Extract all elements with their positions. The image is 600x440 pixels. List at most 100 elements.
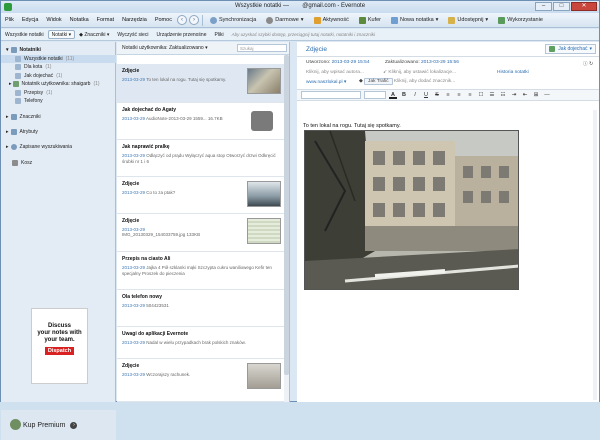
notebooks-header[interactable]: ▾ Notatniki: [1, 46, 116, 55]
location-input[interactable]: ➹ Kliknij, aby ustawić lokalizacje...: [383, 70, 456, 75]
attributes-label: Atrybuty: [19, 129, 38, 136]
sidebar-tags[interactable]: ▸ Znaczniki: [1, 113, 116, 122]
toolbar-separator: [201, 14, 203, 26]
note-item-receipt[interactable]: Zdjęcie 2013-03-29 Wczorajszy rachunek.: [117, 359, 285, 402]
font-size-select[interactable]: [364, 91, 386, 99]
trunk-button[interactable]: Kufer: [354, 15, 386, 26]
sidebar-item-przepisy[interactable]: Przepisy (1): [1, 89, 116, 98]
activity-button[interactable]: Aktywność: [309, 15, 354, 26]
align-left-icon[interactable]: ≡: [444, 91, 452, 99]
sidebar-saved-searches[interactable]: ▸ Zapisane wyszukiwania: [1, 143, 116, 152]
notebooks-button[interactable]: Notatki ▾: [47, 30, 76, 39]
new-note-button[interactable]: Nowa notatka ▾: [386, 15, 443, 26]
notebook-selector[interactable]: Jak dojechać ▾: [545, 44, 596, 54]
bold-icon[interactable]: B: [400, 91, 408, 99]
note-date: 2013-03-29: [122, 190, 146, 195]
trash-icon: [12, 160, 18, 167]
notebook-icon: [15, 98, 21, 105]
tags-button[interactable]: ◆ Znaczniki ▾: [75, 32, 113, 38]
align-right-icon[interactable]: ≡: [466, 91, 474, 99]
sync-label: Synchronizacja: [218, 17, 257, 23]
numbered-list-icon[interactable]: ☷: [499, 91, 507, 99]
note-count: (1): [46, 89, 53, 96]
notebook-icon: [15, 89, 21, 96]
sidebar: ▾ Notatniki Wszystkie notatki (11) Dla kot…: [1, 42, 116, 440]
note-text: 504423531: [146, 303, 169, 308]
indent-icon[interactable]: ⇥: [510, 91, 518, 99]
title-bar: Wszystkie notatki — @gmail.com - Evernot…: [1, 1, 599, 13]
note-item-washer[interactable]: Jak naprawić pralkę 2013-03-29 Odłączyć …: [117, 140, 285, 177]
note-list-sort[interactable]: Notatki użytkownika: Zaktualizowano ▾: [122, 45, 208, 51]
all-notes-button[interactable]: Wszystkie notatki: [1, 32, 48, 38]
sidebar-item-shared-notebook[interactable]: ▸ Notatnik użytkownika: shaigarb (1): [1, 80, 116, 89]
note-title-input[interactable]: Zdjęcie: [306, 46, 327, 53]
add-tag-input[interactable]: Kliknij, aby dodać znacznik...: [394, 79, 455, 84]
back-arrow-icon[interactable]: ‹: [176, 15, 187, 25]
sync-button[interactable]: Synchronizacja: [205, 15, 261, 26]
table-icon[interactable]: ⊞: [532, 91, 540, 99]
text-color-icon[interactable]: A: [389, 91, 397, 99]
attributes-icon: [10, 129, 17, 136]
forward-arrow-icon[interactable]: ›: [188, 15, 199, 25]
sidebar-attributes[interactable]: ▸ Atrybuty: [1, 128, 116, 137]
buy-premium-button[interactable]: Kup Premium ›: [1, 410, 116, 440]
account-button[interactable]: Darmowe ▾: [261, 15, 308, 26]
sidebar-trash[interactable]: Kosz: [1, 159, 116, 168]
note-item-phone[interactable]: Ola telefon nowy 2013-03-29 504423531: [117, 290, 285, 327]
created-value[interactable]: 2013-03-29 15:54: [332, 60, 370, 65]
note-item-evernote-feedback[interactable]: Uwagi do aplikacji Evernote 2013-03-29 N…: [117, 327, 285, 359]
note-list-scroll-thumb[interactable]: [284, 55, 289, 375]
mobile-button[interactable]: Urządzenie przenośne: [152, 32, 210, 38]
sidebar-item-label: Przepisy: [24, 89, 44, 96]
align-center-icon[interactable]: ≡: [455, 91, 463, 99]
author-input[interactable]: Kliknij, aby wpisać autora...: [306, 70, 364, 75]
font-family-select[interactable]: [301, 91, 361, 99]
editor-scrollbar[interactable]: [593, 110, 597, 400]
menu-view[interactable]: Widok: [42, 17, 65, 23]
sidebar-item-jak-dojechac[interactable]: Jak dojechać (1): [1, 72, 116, 81]
sidebar-item-telefony[interactable]: Telefony: [1, 97, 116, 106]
strikethrough-icon[interactable]: S: [433, 91, 441, 99]
minimize-button[interactable]: –: [535, 2, 552, 11]
files-button[interactable]: Pliki: [210, 32, 227, 38]
note-history-link[interactable]: Historia notatki: [497, 70, 529, 75]
created-field: Utworzono: 2013-03-29 15:54: [306, 60, 369, 65]
italic-icon[interactable]: I: [411, 91, 419, 99]
clear-button[interactable]: Wyczyść sieci: [113, 32, 152, 38]
usage-button[interactable]: Wykorzystanie: [493, 15, 548, 26]
menu-format[interactable]: Format: [93, 17, 118, 23]
arrow-right-icon: ›: [70, 421, 78, 429]
updated-value[interactable]: 2013-03-29 15:56: [421, 60, 459, 65]
bulleted-list-icon[interactable]: ☰: [488, 91, 496, 99]
menu-file[interactable]: Plik: [1, 17, 18, 23]
menu-note[interactable]: Notatka: [66, 17, 93, 23]
sidebar-item-dla-kota[interactable]: Dla kota (1): [1, 63, 116, 72]
advertisement[interactable]: Discuss your notes with your team. Dispa…: [31, 308, 88, 384]
evernote-window: Wszystkie notatki — @gmail.com - Evernot…: [0, 0, 600, 440]
divider-icon[interactable]: ―: [543, 91, 551, 99]
tag-chip[interactable]: Jak Trafić: [364, 78, 393, 85]
note-item-recipe[interactable]: Przepis na ciasto Ali 2013-03-29 Jajka 4…: [117, 252, 285, 290]
notebooks-section: ▾ Notatniki Wszystkie notatki (11) Dla kot…: [1, 46, 116, 106]
menu-edit[interactable]: Edycja: [18, 17, 43, 23]
underline-icon[interactable]: U: [422, 91, 430, 99]
outdent-icon[interactable]: ⇤: [521, 91, 529, 99]
note-item-audio[interactable]: Jak dojechać do Agaty 2013-03-29 AudioNo…: [117, 103, 285, 140]
close-button[interactable]: ✕: [571, 2, 597, 11]
checkbox-icon[interactable]: ☐: [477, 91, 485, 99]
menu-tools[interactable]: Narzędzia: [118, 17, 151, 23]
menu-help[interactable]: Pomoc: [151, 17, 176, 23]
share-button[interactable]: Udostępnij ▾: [443, 15, 493, 26]
note-thumbnail: [247, 363, 281, 389]
note-count: (1): [56, 72, 63, 79]
url-field[interactable]: www.naszlokal.pl ▾: [306, 80, 346, 85]
attributes-icons[interactable]: ⓘ ↻: [583, 60, 593, 67]
note-body-text[interactable]: To ten lokal na rogu. Tutaj się spotkamy…: [303, 123, 401, 129]
usage-label: Wykorzystanie: [507, 17, 543, 23]
note-search-input[interactable]: Szukaj: [237, 44, 287, 52]
sidebar-item-all-notes[interactable]: Wszystkie notatki (11): [1, 54, 116, 63]
note-item-photo-1[interactable]: Zdjęcie 2013-03-29 To ten lokal na rogu.…: [117, 64, 285, 103]
maximize-button[interactable]: □: [553, 2, 570, 11]
note-item-bird[interactable]: Zdjęcie 2013-03-29 Co to za ptak?: [117, 177, 285, 214]
note-item-image-file[interactable]: Zdjęcie 2013-03-29 IMG_20130329_154033759…: [117, 214, 285, 252]
